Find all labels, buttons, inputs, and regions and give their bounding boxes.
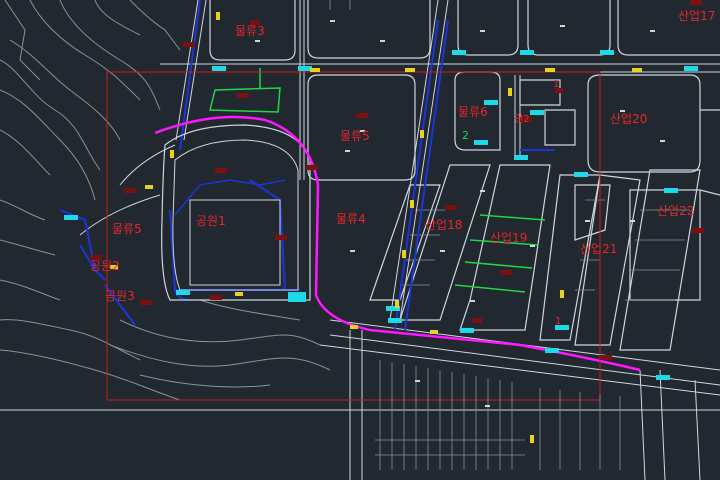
label-gongwon3: 공원3 <box>105 289 135 303</box>
label-small-bl: 1 <box>555 316 562 327</box>
label-gongwon1: 공원1 <box>196 214 226 228</box>
label-mulryu3: 물류3 <box>235 24 265 38</box>
label-num2: 2 <box>462 129 469 142</box>
label-mulryu4: 물류4 <box>336 212 366 226</box>
label-sanup18: 산업18 <box>425 218 463 232</box>
label-sanup17: 산업17 <box>678 9 716 23</box>
label-sanup20: 산업20 <box>610 112 648 126</box>
label-gongwon2: 공원2 <box>90 259 120 273</box>
label-mulryu5: 물류5 <box>340 129 370 143</box>
label-sanup19: 산업19 <box>490 231 528 245</box>
cad-drawing-canvas[interactable]: 물류3 산업17 물류6 1 물류5 산업20 관2 2 공원1 물류4 산업1… <box>0 0 720 480</box>
label-mulryu6: 물류6 <box>458 105 488 119</box>
label-mulryu5-left: 물류5 <box>112 222 142 236</box>
cad-plan-drawing <box>0 0 720 480</box>
label-sanup22: 산업22 <box>657 204 695 218</box>
label-sanup21: 산업21 <box>580 242 618 256</box>
park-oval <box>161 124 311 301</box>
label-small-top: 1 <box>553 79 560 90</box>
magenta-boundary-route <box>154 115 641 372</box>
label-ganri: 관2 <box>514 114 530 125</box>
hatch-area <box>375 360 621 470</box>
